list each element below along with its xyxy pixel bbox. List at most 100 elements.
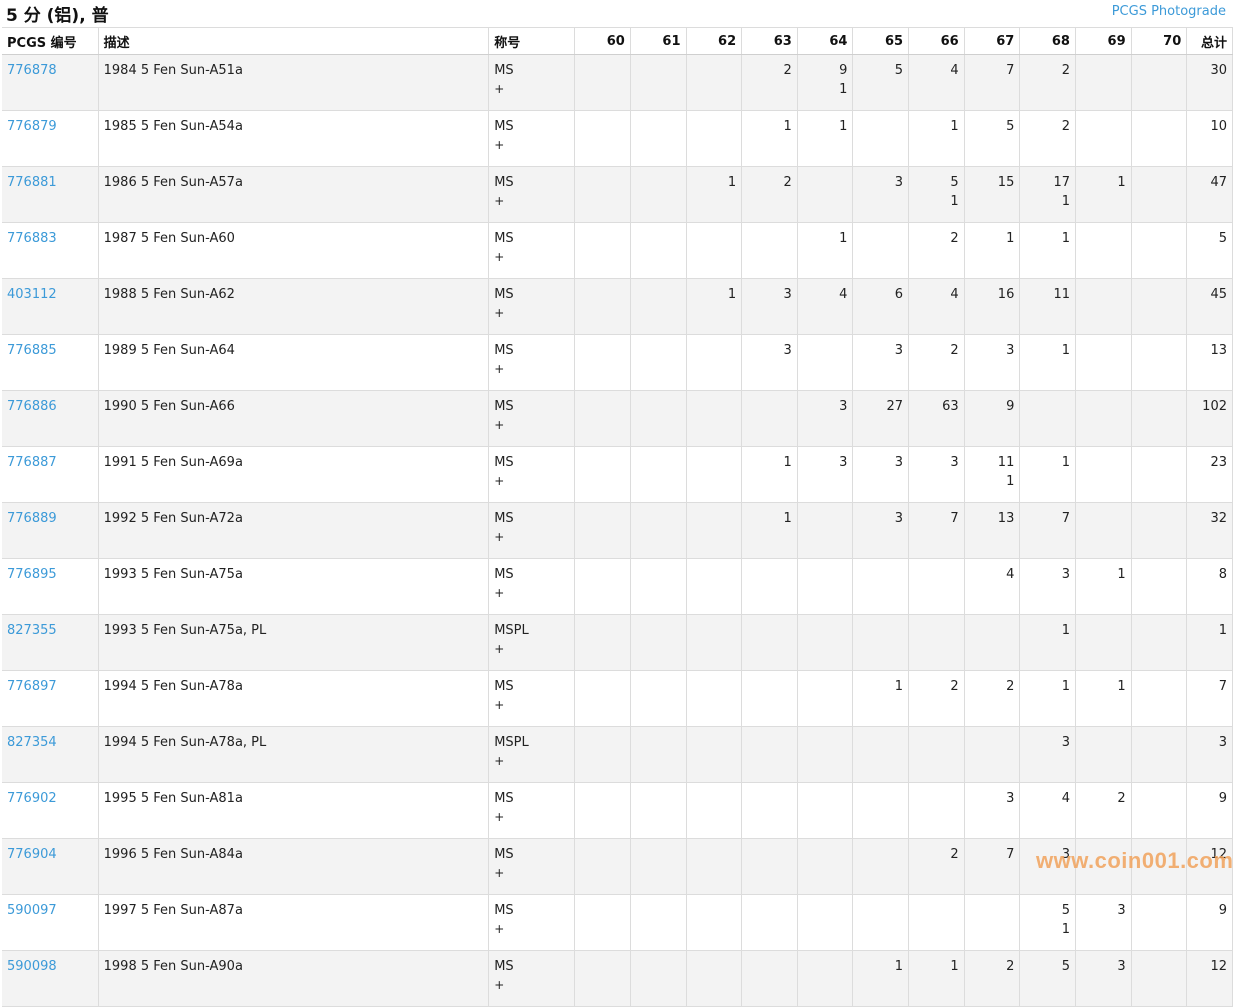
grade-count-cell[interactable]: 1 (797, 110, 854, 167)
col-header-grade-61[interactable]: 61 (630, 27, 687, 55)
grade-count-cell[interactable]: 1 (908, 950, 965, 1007)
grade-count-cell[interactable]: 4 (797, 278, 854, 335)
grade-count-cell[interactable]: 1 (741, 446, 798, 503)
grade-count-cell[interactable]: 3 (1075, 950, 1132, 1007)
grade-count-cell[interactable]: 6 (852, 278, 910, 335)
col-header-grade-68[interactable]: 68 (1019, 27, 1076, 55)
grade-count-cell[interactable]: 3 (741, 334, 798, 391)
grade-count-cell[interactable]: 4 (964, 558, 1021, 615)
grade-count-cell[interactable]: 2 (1019, 54, 1076, 111)
grade-count-cell[interactable]: 1 (797, 222, 854, 279)
grade-count-cell[interactable]: 3 (964, 782, 1021, 839)
pcgs-number-link[interactable]: 776886 (7, 399, 57, 414)
grade-count-cell[interactable]: 63 (908, 390, 965, 447)
grade-count-cell[interactable]: 17 1 (1019, 166, 1076, 223)
grade-count-cell[interactable]: 1 (1019, 334, 1076, 391)
grade-count-cell[interactable]: 1 (741, 502, 798, 559)
grade-count-cell[interactable]: 2 (741, 166, 798, 223)
grade-count-cell[interactable]: 1 (741, 110, 798, 167)
pcgs-number-link[interactable]: 827354 (7, 735, 57, 750)
grade-count-cell[interactable]: 4 (908, 278, 965, 335)
grade-count-cell[interactable]: 2 (908, 334, 965, 391)
grade-count-cell[interactable]: 1 (1019, 614, 1076, 671)
pcgs-number-link[interactable]: 776897 (7, 679, 57, 694)
col-header-total[interactable]: 总计 (1186, 27, 1233, 55)
col-header-grade-67[interactable]: 67 (964, 27, 1021, 55)
pcgs-number-link[interactable]: 776885 (7, 343, 57, 358)
grade-count-cell[interactable]: 4 (908, 54, 965, 111)
grade-count-cell[interactable]: 3 (852, 166, 910, 223)
grade-count-cell[interactable]: 1 (1075, 558, 1132, 615)
pcgs-number-link[interactable]: 403112 (7, 287, 57, 302)
grade-count-cell[interactable]: 2 (1019, 110, 1076, 167)
grade-count-cell[interactable]: 1 (1019, 446, 1076, 503)
grade-count-cell[interactable]: 11 1 (964, 446, 1021, 503)
grade-count-cell[interactable]: 2 (908, 838, 965, 895)
grade-count-cell[interactable]: 2 (741, 54, 798, 111)
grade-count-cell[interactable]: 9 (964, 390, 1021, 447)
grade-count-cell[interactable]: 51 (908, 166, 965, 223)
pcgs-number-link[interactable]: 776879 (7, 119, 57, 134)
pcgs-number-link[interactable]: 776881 (7, 175, 57, 190)
pcgs-number-link[interactable]: 590098 (7, 959, 57, 974)
grade-count-cell[interactable]: 91 (797, 54, 854, 111)
grade-count-cell[interactable]: 5 (852, 54, 910, 111)
pcgs-number-link[interactable]: 827355 (7, 623, 57, 638)
grade-count-cell[interactable]: 1 (1019, 222, 1076, 279)
pcgs-number-link[interactable]: 776878 (7, 63, 57, 78)
grade-count-cell[interactable]: 7 (964, 54, 1021, 111)
pcgs-number-link[interactable]: 776895 (7, 567, 57, 582)
grade-count-cell[interactable]: 1 (686, 166, 743, 223)
pcgs-number-link[interactable]: 776887 (7, 455, 57, 470)
col-header-grade-66[interactable]: 66 (908, 27, 965, 55)
col-header-designation[interactable]: 称号 (488, 27, 576, 55)
grade-count-cell[interactable]: 11 (1019, 278, 1076, 335)
grade-count-cell[interactable]: 2 (908, 222, 965, 279)
pcgs-number-link[interactable]: 776902 (7, 791, 57, 806)
col-header-description[interactable]: 描述 (98, 27, 490, 55)
grade-count-cell[interactable]: 16 (964, 278, 1021, 335)
grade-count-cell[interactable]: 3 (1019, 726, 1076, 783)
grade-count-cell[interactable]: 1 (908, 110, 965, 167)
col-header-grade-69[interactable]: 69 (1075, 27, 1132, 55)
grade-count-cell[interactable]: 3 (964, 334, 1021, 391)
grade-count-cell[interactable]: 15 (964, 166, 1021, 223)
grade-count-cell[interactable]: 2 (908, 670, 965, 727)
grade-count-cell[interactable]: 3 (852, 446, 910, 503)
grade-count-cell[interactable]: 5 (1019, 950, 1076, 1007)
col-header-grade-64[interactable]: 64 (797, 27, 854, 55)
col-header-grade-60[interactable]: 60 (574, 27, 631, 55)
grade-count-cell[interactable]: 3 (1075, 894, 1132, 951)
pcgs-number-link[interactable]: 776883 (7, 231, 57, 246)
pcgs-number-link[interactable]: 776904 (7, 847, 57, 862)
grade-count-cell[interactable]: 3 (852, 502, 910, 559)
grade-count-cell[interactable]: 2 (964, 670, 1021, 727)
pcgs-photograde-link[interactable]: PCGS Photograde (1112, 4, 1226, 19)
grade-count-cell[interactable]: 3 (1019, 558, 1076, 615)
grade-count-cell[interactable]: 7 (1019, 502, 1076, 559)
grade-count-cell[interactable]: 7 (964, 838, 1021, 895)
grade-count-cell[interactable]: 1 (852, 950, 910, 1007)
grade-count-cell[interactable]: 1 (1019, 670, 1076, 727)
grade-count-cell[interactable]: 7 (908, 502, 965, 559)
grade-count-cell[interactable]: 1 (1075, 670, 1132, 727)
grade-count-cell[interactable]: 3 (797, 390, 854, 447)
grade-count-cell[interactable]: 13 (964, 502, 1021, 559)
grade-count-cell[interactable]: 1 (964, 222, 1021, 279)
grade-count-cell[interactable]: 3 (741, 278, 798, 335)
grade-count-cell[interactable]: 1 (686, 278, 743, 335)
grade-count-cell[interactable]: 1 (1075, 166, 1132, 223)
grade-count-cell[interactable]: 4 (1019, 782, 1076, 839)
grade-count-cell[interactable]: 3 (908, 446, 965, 503)
grade-count-cell[interactable]: 5 (964, 110, 1021, 167)
col-header-grade-70[interactable]: 70 (1131, 27, 1188, 55)
grade-count-cell[interactable]: 2 (1075, 782, 1132, 839)
col-header-grade-63[interactable]: 63 (741, 27, 798, 55)
grade-count-cell[interactable]: 1 (852, 670, 910, 727)
col-header-pcgs-no[interactable]: PCGS 编号 (2, 27, 99, 55)
pcgs-number-link[interactable]: 776889 (7, 511, 57, 526)
grade-count-cell[interactable]: 2 (964, 950, 1021, 1007)
pcgs-number-link[interactable]: 590097 (7, 903, 57, 918)
grade-count-cell[interactable]: 27 (852, 390, 910, 447)
grade-count-cell[interactable]: 3 (852, 334, 910, 391)
